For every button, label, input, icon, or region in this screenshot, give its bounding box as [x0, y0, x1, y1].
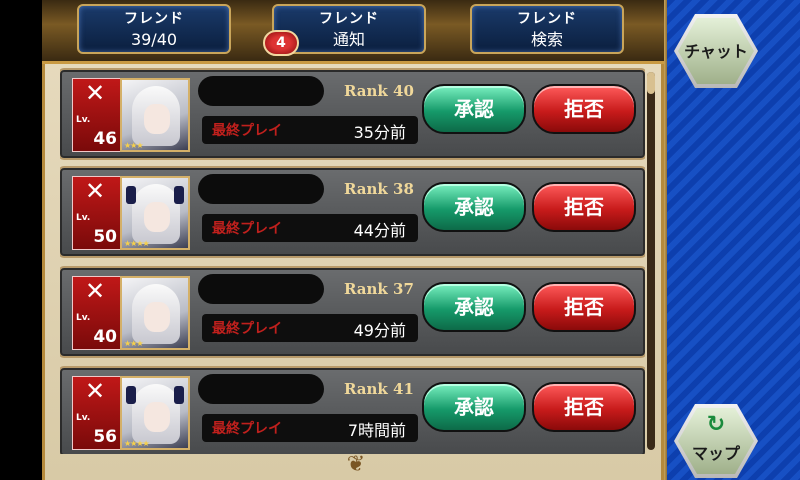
redacted-player-name [198, 76, 324, 106]
last-play-bar: 最終プレイ 7時間前 [202, 414, 418, 442]
last-play-time: 35分前 [353, 123, 406, 142]
last-play-bar: 最終プレイ 44分前 [202, 214, 418, 242]
last-play-time: 44分前 [353, 221, 406, 240]
tab-friend-search[interactable]: フレンド 検索 [470, 4, 624, 54]
tab-title: フレンド [517, 11, 577, 27]
scroll-thumb[interactable] [647, 72, 655, 94]
redacted-player-name [198, 274, 324, 304]
reject-button[interactable]: 拒否 [532, 84, 636, 134]
redacted-player-name [198, 174, 324, 204]
avatar[interactable]: ★★★★ [120, 176, 190, 250]
redacted-player-name [198, 374, 324, 404]
last-play-time: 7時間前 [347, 421, 406, 440]
level-label: Lv. [76, 413, 91, 423]
rank-label: Rank 38 [344, 180, 414, 198]
cross-icon: ✕ [85, 277, 106, 305]
map-button-label: マップ [691, 444, 740, 463]
avatar[interactable]: ★★★ [120, 78, 190, 152]
last-play-label: 最終プレイ [212, 421, 282, 437]
last-play-label: 最終プレイ [212, 123, 282, 139]
level-label: Lv. [76, 115, 91, 125]
rarity-stars-icon: ★★★ [124, 339, 143, 348]
cross-icon: ✕ [85, 79, 106, 107]
last-play-bar: 最終プレイ 49分前 [202, 314, 418, 342]
accept-button[interactable]: 承認 [422, 182, 526, 232]
tab-title: フレンド [124, 11, 184, 27]
reject-button[interactable]: 拒否 [532, 182, 636, 232]
level-box: ✕ Lv. 40 [72, 276, 122, 350]
rarity-stars-icon: ★★★★ [124, 239, 150, 248]
level-value: 50 [93, 227, 117, 247]
list-scrollbar[interactable] [647, 72, 655, 450]
list-item: ✕ Lv. 40 ★★★ Rank 37 最終プレイ 49分前 承認 拒否 [60, 268, 645, 356]
reject-button[interactable]: 拒否 [532, 382, 636, 432]
ornament-icon: ❦ [346, 452, 366, 477]
level-box: ✕ Lv. 56 [72, 376, 122, 450]
notification-count-badge: 4 [263, 30, 299, 56]
list-item: ✕ Lv. 46 ★★★ Rank 40 最終プレイ 35分前 承認 拒否 [60, 70, 645, 158]
list-item: ✕ Lv. 50 ★★★★ Rank 38 最終プレイ 44分前 承認 拒否 [60, 168, 645, 256]
tab-friend-list[interactable]: フレンド 39/40 [77, 4, 231, 54]
reject-button[interactable]: 拒否 [532, 282, 636, 332]
level-value: 46 [93, 129, 117, 149]
friend-request-list[interactable]: ✕ Lv. 46 ★★★ Rank 40 最終プレイ 35分前 承認 拒否 ✕ … [60, 66, 645, 454]
cross-icon: ✕ [85, 377, 106, 405]
level-label: Lv. [76, 213, 91, 223]
last-play-label: 最終プレイ [212, 221, 282, 237]
avatar[interactable]: ★★★★ [120, 376, 190, 450]
level-box: ✕ Lv. 50 [72, 176, 122, 250]
avatar[interactable]: ★★★ [120, 276, 190, 350]
accept-button[interactable]: 承認 [422, 282, 526, 332]
list-item: ✕ Lv. 56 ★★★★ Rank 41 最終プレイ 7時間前 承認 拒否 [60, 368, 645, 454]
rarity-stars-icon: ★★★★ [124, 439, 150, 448]
level-value: 40 [93, 327, 117, 347]
tab-title: フレンド [319, 11, 379, 27]
accept-button[interactable]: 承認 [422, 84, 526, 134]
rarity-stars-icon: ★★★ [124, 141, 143, 150]
last-play-label: 最終プレイ [212, 321, 282, 337]
cross-icon: ✕ [85, 177, 106, 205]
left-margin [0, 0, 42, 480]
rank-label: Rank 41 [344, 380, 414, 398]
last-play-bar: 最終プレイ 35分前 [202, 116, 418, 144]
accept-button[interactable]: 承認 [422, 382, 526, 432]
level-value: 56 [93, 427, 117, 447]
last-play-time: 49分前 [353, 321, 406, 340]
tab-subtitle: 検索 [530, 30, 563, 49]
rank-label: Rank 37 [344, 280, 414, 298]
level-box: ✕ Lv. 46 [72, 78, 122, 152]
rank-label: Rank 40 [344, 82, 414, 100]
tab-subtitle: 39/40 [130, 30, 178, 49]
chat-button-label: チャット [684, 42, 748, 61]
level-label: Lv. [76, 313, 91, 323]
